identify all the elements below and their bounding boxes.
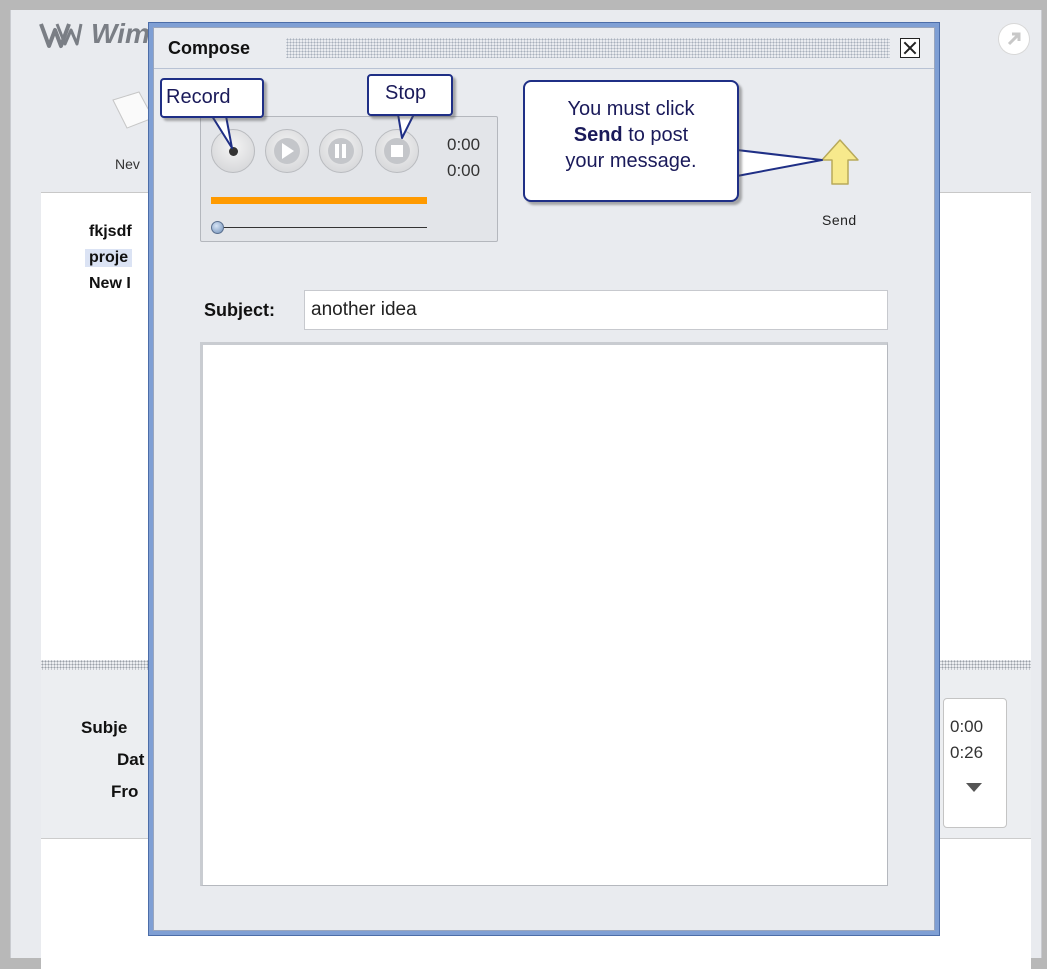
mini-player: 0:00 0:26 xyxy=(943,698,1007,828)
recording-level-bar xyxy=(211,197,427,204)
record-button[interactable] xyxy=(211,129,255,173)
send-arrow-icon[interactable] xyxy=(818,138,862,188)
stop-callout: Stop xyxy=(367,74,453,116)
recorder-elapsed-time: 0:00 xyxy=(447,135,481,154)
audio-recorder: 0:00 0:00 xyxy=(200,116,498,242)
stop-icon xyxy=(391,145,403,157)
record-icon xyxy=(229,147,238,156)
send-callout-line3: your message. xyxy=(565,150,697,172)
list-item-selected[interactable]: proje xyxy=(85,249,133,267)
list-item[interactable]: fkjsdf xyxy=(85,223,136,241)
mini-player-elapsed: 0:00 xyxy=(950,717,984,736)
play-icon xyxy=(282,143,294,159)
send-callout-line1: You must click xyxy=(567,98,695,120)
send-callout-line2: to post xyxy=(622,124,689,146)
detail-subject-label: Subje xyxy=(81,718,128,737)
play-button[interactable] xyxy=(265,129,309,173)
detail-from-label: Fro xyxy=(111,782,139,801)
pause-button[interactable] xyxy=(319,129,363,173)
dialog-titlebar[interactable]: Compose xyxy=(154,28,934,69)
recorder-total-time: 0:00 xyxy=(447,161,481,180)
volume-slider-track[interactable] xyxy=(223,227,427,228)
send-callout: You must click Send to post your message… xyxy=(523,80,739,202)
dialog-title: Compose xyxy=(168,38,251,58)
send-callout-bold: Send xyxy=(573,124,623,146)
message-body-textarea[interactable] xyxy=(200,342,888,886)
record-callout: Record xyxy=(160,78,264,118)
stop-button[interactable] xyxy=(375,129,419,173)
pause-icon xyxy=(335,144,339,158)
dropdown-arrow-icon[interactable] xyxy=(966,783,982,792)
close-button[interactable] xyxy=(900,38,920,58)
send-button-label[interactable]: Send xyxy=(822,212,857,228)
expand-icon[interactable] xyxy=(999,24,1029,54)
subject-input[interactable] xyxy=(304,290,888,330)
list-item[interactable]: New I xyxy=(85,275,135,293)
volume-slider-knob[interactable] xyxy=(211,221,224,234)
app-logo-icon xyxy=(39,23,83,48)
new-button-label: Nev xyxy=(115,156,140,172)
subject-label: Subject: xyxy=(204,300,276,320)
app-title: Wim xyxy=(91,18,150,49)
detail-date-label: Dat xyxy=(117,750,145,769)
titlebar-grip[interactable] xyxy=(286,38,890,58)
mini-player-total: 0:26 xyxy=(950,743,984,762)
